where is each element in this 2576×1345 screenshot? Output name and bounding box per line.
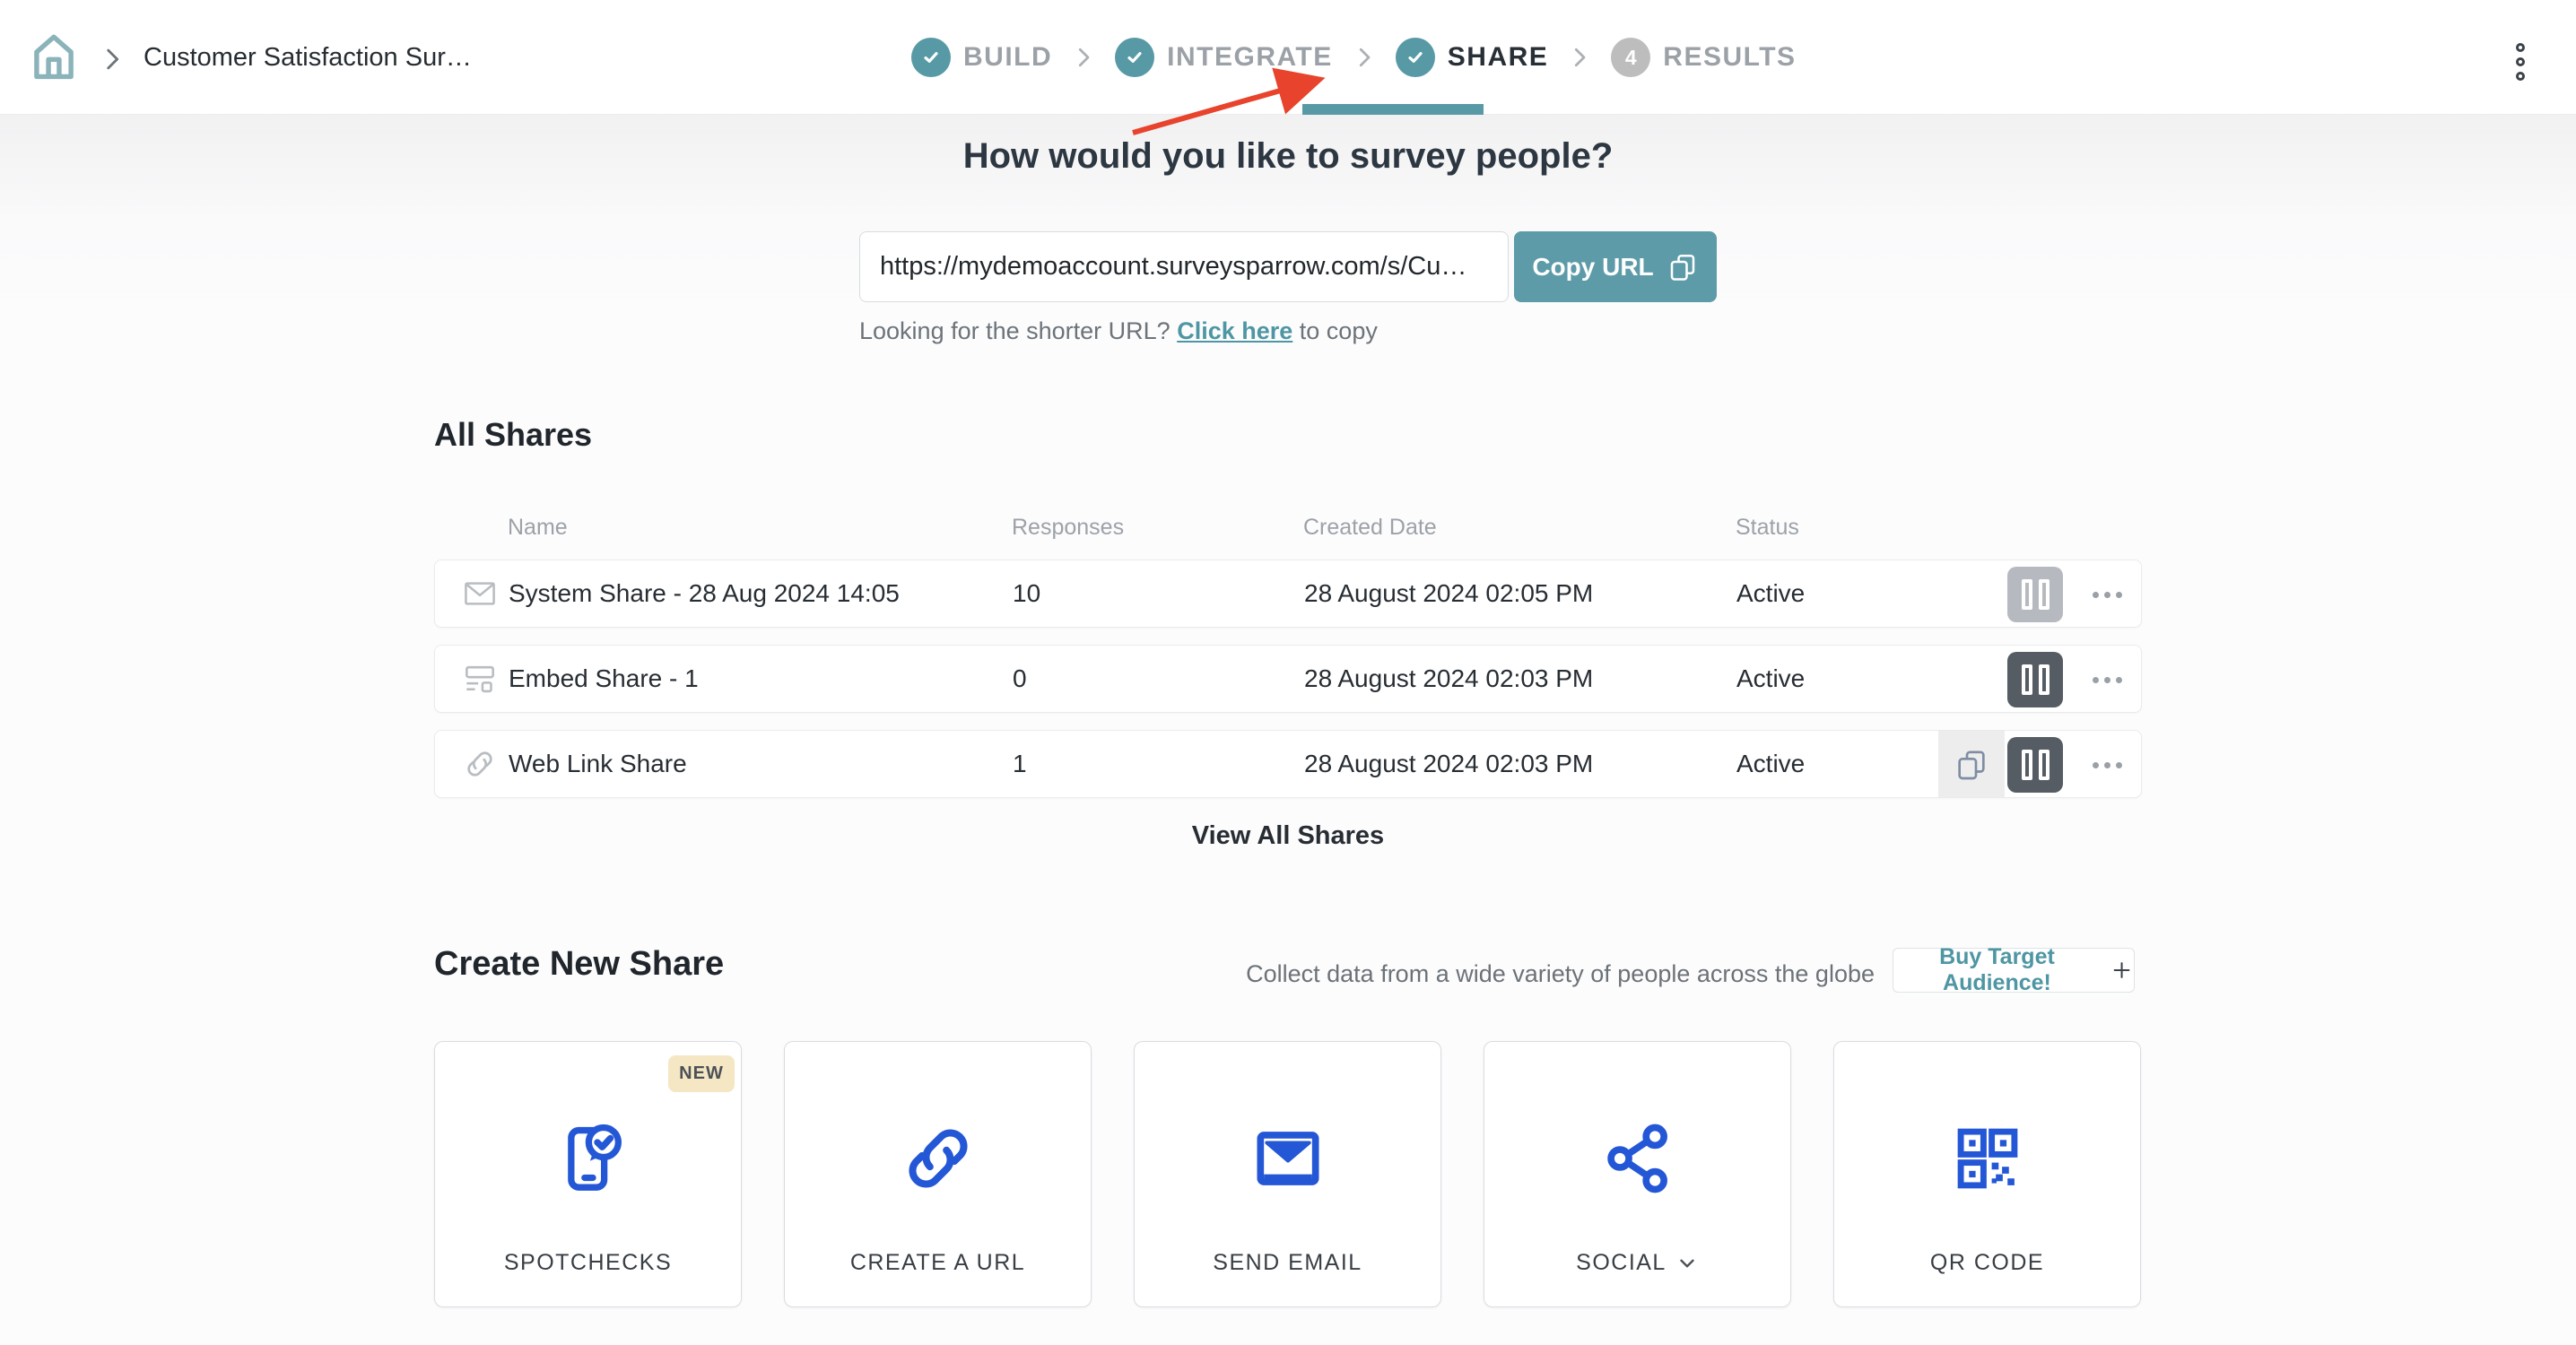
wizard-steps: BUILD INTEGRATE SHARE 4 RESULTS [911, 38, 1797, 77]
shorter-url-prefix: Looking for the shorter URL? [859, 317, 1177, 344]
kebab-horizontal-icon [2093, 592, 2099, 598]
table-row[interactable]: Web Link Share 1 28 August 2024 02:03 PM… [434, 730, 2142, 798]
pause-share-button[interactable] [2007, 567, 2063, 622]
click-here-link[interactable]: Click here [1177, 317, 1292, 344]
pause-share-button[interactable] [2007, 652, 2063, 707]
link-icon [897, 1117, 979, 1200]
step-integrate[interactable]: INTEGRATE [1115, 38, 1333, 77]
share-status: Active [1736, 750, 1805, 778]
card-label: QR CODE [1834, 1250, 2140, 1276]
top-nav: Customer Satisfaction Sur… BUILD INTEGRA… [0, 0, 2576, 115]
share-card-qr-code[interactable]: QR CODE [1833, 1041, 2141, 1307]
create-new-share-subtitle: Collect data from a wide variety of peop… [0, 960, 1875, 988]
step-chevron-icon [1351, 44, 1378, 71]
share-created-date: 28 August 2024 02:03 PM [1304, 664, 1593, 693]
step-label: BUILD [963, 42, 1052, 73]
survey-url-input[interactable] [859, 231, 1509, 302]
copy-icon [1667, 251, 1699, 283]
new-badge: NEW [668, 1055, 735, 1092]
kebab-horizontal-icon [2093, 677, 2099, 683]
shorter-url-line: Looking for the shorter URL? Click here … [859, 317, 1378, 345]
share-page: How would you like to survey people? Cop… [0, 115, 2576, 1345]
plus-icon [2110, 957, 2134, 984]
pause-icon [2022, 664, 2032, 695]
share-created-date: 28 August 2024 02:05 PM [1304, 579, 1593, 608]
column-header-status: Status [1736, 515, 1799, 541]
column-header-name: Name [508, 515, 568, 541]
card-label: SPOTCHECKS [435, 1250, 741, 1276]
share-name: System Share - 28 Aug 2024 14:05 [509, 579, 900, 608]
step-number: 4 [1625, 46, 1637, 70]
step-share[interactable]: SHARE [1396, 38, 1549, 77]
step-results[interactable]: 4 RESULTS [1611, 38, 1796, 77]
share-responses: 10 [1013, 579, 1040, 608]
card-label-text: SOCIAL [1576, 1250, 1667, 1276]
card-label: SOCIAL [1484, 1250, 1790, 1276]
active-step-underline [1302, 104, 1484, 115]
step-number-circle: 4 [1611, 38, 1650, 77]
buy-target-audience-button[interactable]: Buy Target Audience! [1893, 948, 2135, 993]
chevron-down-icon[interactable] [1675, 1252, 1699, 1275]
step-label: INTEGRATE [1167, 42, 1333, 73]
breadcrumb[interactable]: Customer Satisfaction Sur… [144, 43, 472, 73]
breadcrumb-chevron-icon [97, 44, 127, 74]
check-circle-icon [911, 38, 951, 77]
share-name: Embed Share - 1 [509, 664, 699, 693]
view-all-shares-link[interactable]: View All Shares [0, 821, 2576, 851]
share-card-create-a-url[interactable]: CREATE A URL [784, 1041, 1092, 1307]
share-status: Active [1736, 579, 1805, 608]
copy-icon [1954, 747, 1989, 783]
kebab-horizontal-icon [2093, 762, 2099, 768]
step-label: SHARE [1448, 42, 1549, 73]
embed-icon [460, 659, 500, 699]
share-name: Web Link Share [509, 750, 687, 778]
shorter-url-suffix: to copy [1292, 317, 1378, 344]
link-icon [460, 744, 500, 784]
row-menu-button[interactable] [2087, 646, 2127, 713]
check-circle-icon [1115, 38, 1154, 77]
copy-url-button[interactable]: Copy URL [1514, 231, 1717, 302]
qr-code-icon [1946, 1117, 2029, 1200]
card-label: CREATE A URL [785, 1250, 1091, 1276]
copy-share-link-button[interactable] [1938, 731, 2005, 798]
email-icon [1247, 1117, 1329, 1200]
buy-target-audience-label: Buy Target Audience! [1893, 944, 2101, 996]
row-menu-button[interactable] [2087, 731, 2127, 798]
step-label: RESULTS [1663, 42, 1796, 73]
share-responses: 1 [1013, 750, 1027, 778]
kebab-vertical-icon [2516, 43, 2525, 52]
all-shares-title: All Shares [434, 416, 592, 454]
table-row[interactable]: System Share - 28 Aug 2024 14:05 10 28 A… [434, 560, 2142, 628]
share-card-social[interactable]: SOCIAL [1484, 1041, 1791, 1307]
share-card-send-email[interactable]: SEND EMAIL [1134, 1041, 1441, 1307]
home-icon [26, 30, 82, 85]
social-share-icon [1597, 1117, 1679, 1200]
home-button[interactable] [25, 30, 83, 87]
check-circle-icon [1396, 38, 1435, 77]
share-created-date: 28 August 2024 02:03 PM [1304, 750, 1593, 778]
column-header-created-date: Created Date [1303, 515, 1437, 541]
share-responses: 0 [1013, 664, 1027, 693]
row-menu-button[interactable] [2087, 560, 2127, 628]
share-card-spotchecks[interactable]: NEW SPOTCHECKS [434, 1041, 742, 1307]
card-label: SEND EMAIL [1135, 1250, 1440, 1276]
copy-url-label: Copy URL [1532, 253, 1653, 282]
pause-icon [2022, 579, 2032, 610]
spotchecks-icon [547, 1117, 630, 1200]
pause-icon [2022, 750, 2032, 780]
pause-share-button[interactable] [2007, 737, 2063, 793]
step-build[interactable]: BUILD [911, 38, 1052, 77]
share-status: Active [1736, 664, 1805, 693]
table-row[interactable]: Embed Share - 1 0 28 August 2024 02:03 P… [434, 645, 2142, 713]
column-header-responses: Responses [1012, 515, 1124, 541]
page-title: How would you like to survey people? [0, 136, 2576, 177]
step-chevron-icon [1070, 44, 1097, 71]
envelope-icon [460, 574, 500, 613]
step-chevron-icon [1566, 44, 1593, 71]
nav-menu-button[interactable] [2502, 43, 2538, 82]
